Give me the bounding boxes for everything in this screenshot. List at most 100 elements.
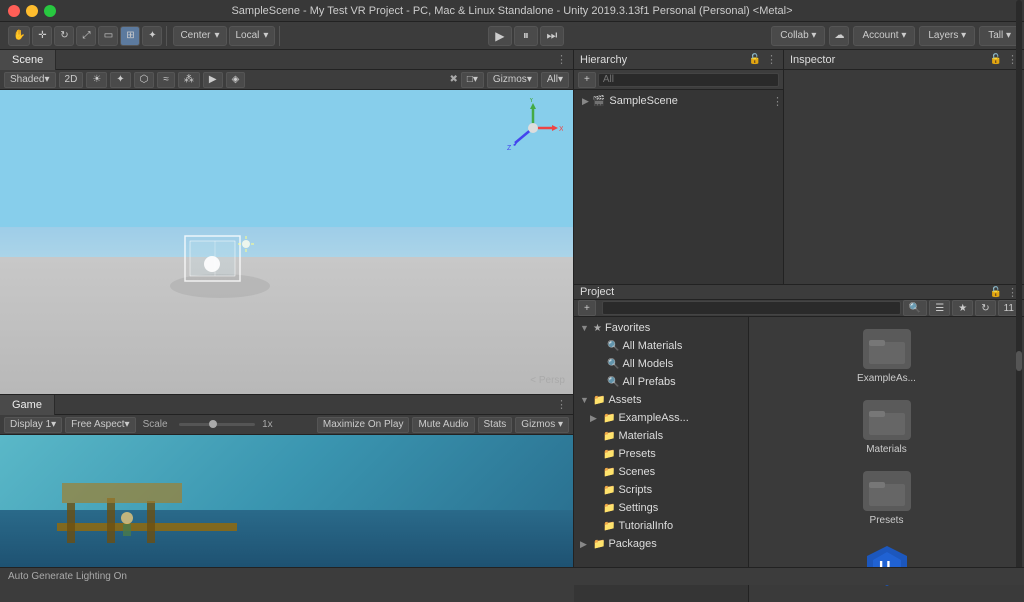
shaded-dropdown[interactable]: Shaded▾ [4,72,56,88]
project-add-btn[interactable]: + [578,300,596,316]
packages-section[interactable]: ▶ 📁 Packages [574,535,748,553]
inspector-lock-icon[interactable]: 🔓 [989,53,1003,67]
maximize-btn[interactable]: Maximize On Play [317,417,410,433]
skybox-toggle[interactable]: ⬡ [134,72,155,88]
project-lock-icon[interactable]: 🔓 [989,285,1003,299]
scale-slider[interactable] [179,423,255,426]
example-assets-item[interactable]: ▶ 📁 ExampleAss... [574,409,748,427]
aspect-dropdown[interactable]: Free Aspect▾ [65,417,135,433]
particle-toggle[interactable]: ⁂ [178,72,200,88]
scripts-label: Scripts [618,484,652,496]
fog-toggle[interactable]: ≈ [157,72,175,88]
assets-folder-icon: 📁 [593,395,605,406]
search-icon-btn[interactable]: 🔍 [903,300,927,316]
project-search-input[interactable] [602,301,901,315]
hierarchy-item-samplescene[interactable]: ▶ 🎬 SampleScene ⋮ [574,92,783,110]
materials-icon[interactable]: Materials [847,396,927,459]
favorites-section[interactable]: ▼ ★ Favorites [574,319,748,337]
example-assets-icon-label: ExampleAs... [857,373,916,384]
svg-text:Y: Y [529,98,534,104]
gizmos-dropdown[interactable]: Gizmos▾ [487,72,538,88]
all-dropdown[interactable]: All▾ [541,72,569,88]
settings-item[interactable]: 📁 Settings [574,499,748,517]
fullscreen-button[interactable] [44,5,56,17]
transform-tool[interactable]: ⊞ [120,26,140,46]
display-dropdown[interactable]: Display 1▾ [4,417,62,433]
scene-canvas[interactable]: X Y Z [0,90,573,394]
hierarchy-lock-icon[interactable]: 🔓 [748,53,762,67]
scenes-item[interactable]: 📁 Scenes [574,463,748,481]
presets-icon[interactable]: Presets [847,467,927,530]
collab-button[interactable]: Collab ▾ [771,26,825,46]
game-gizmos-dropdown[interactable]: Gizmos ▾ [515,417,569,433]
game-tab[interactable]: Game [0,395,55,415]
assets-section[interactable]: ▼ 📁 Assets [574,391,748,409]
all-prefabs-item[interactable]: 🔍 All Prefabs [574,373,748,391]
lighting-toggle[interactable]: ☀ [86,72,107,88]
traffic-lights[interactable] [8,5,56,17]
minimize-button[interactable] [26,5,38,17]
resolution-dropdown[interactable]: □▾ [461,72,484,88]
close-button[interactable] [8,5,20,17]
scripts-item[interactable]: 📁 Scripts [574,481,748,499]
tutorial-folder-icon: 📁 [603,521,615,532]
unity-asset-icon[interactable]: U [847,538,927,594]
project-scrollbar-track[interactable] [1016,317,1022,585]
materials-label: Materials [618,430,663,442]
window-title: SampleScene - My Test VR Project - PC, M… [231,5,792,17]
project-panel: Project 🔓 ⋮ + 🔍 ☰ ★ ↻ 11 [574,285,1024,585]
move-tool[interactable]: ✛ [32,26,52,46]
rotate-tool[interactable]: ↻ [54,26,74,46]
rect-tool[interactable]: ▭ [98,26,118,46]
expand-arrow-icon: ▶ [582,96,589,107]
hierarchy-add-btn[interactable]: + [578,72,596,88]
scenes-label: Scenes [618,466,655,478]
center-label: Center [180,30,210,41]
hierarchy-search-input[interactable] [598,73,779,87]
pause-button[interactable]: ⏸ [514,26,538,46]
all-materials-item[interactable]: 🔍 All Materials [574,337,748,355]
scene-gizmo[interactable]: X Y Z [503,98,563,158]
scene-panel-menu[interactable]: ⋮ [556,53,567,66]
scale-value: 1x [262,419,273,430]
packages-label: Packages [608,538,656,550]
center-dropdown[interactable]: Center ▾ [173,26,226,46]
game-canvas[interactable] [0,435,573,585]
scene-item-menu-icon[interactable]: ⋮ [772,95,783,108]
search-small-icon3: 🔍 [607,377,619,388]
anim-toggle[interactable]: ▶ [203,72,223,88]
hand-tool[interactable]: ✋ [8,26,30,46]
custom-tool[interactable]: ✦ [142,26,162,46]
project-scrollbar-thumb[interactable] [1016,351,1022,371]
local-dropdown[interactable]: Local ▾ [229,26,276,46]
inspector-content [784,70,1024,284]
account-button[interactable]: Account ▾ [853,26,915,46]
materials-item[interactable]: 📁 Materials [574,427,748,445]
step-button[interactable]: ⏭ [540,26,564,46]
cloud-button[interactable]: ☁ [829,26,849,46]
example-assets-folder-icon [863,329,911,369]
star-btn[interactable]: ★ [952,300,973,316]
fx-toggle[interactable]: ✦ [110,72,130,88]
scale-tool[interactable]: ⤢ [76,26,96,46]
layout-button[interactable]: Tall ▾ [979,26,1020,46]
layers-button[interactable]: Layers ▾ [919,26,975,46]
all-models-item[interactable]: 🔍 All Models [574,355,748,373]
2d-button[interactable]: 2D [59,72,84,88]
mute-btn[interactable]: Mute Audio [412,417,474,433]
presets-item[interactable]: 📁 Presets [574,445,748,463]
play-button[interactable]: ▶ [488,26,512,46]
nav-toggle[interactable]: ◈ [226,72,246,88]
stats-btn[interactable]: Stats [478,417,513,433]
example-assets-icon[interactable]: ExampleAs... [847,325,927,388]
inspector-title: Inspector [790,54,835,66]
hierarchy-menu-icon[interactable]: ⋮ [766,53,777,66]
tutorialinfo-item[interactable]: 📁 TutorialInfo [574,517,748,535]
game-panel-menu[interactable]: ⋮ [556,398,567,411]
favorites-label: Favorites [605,322,650,334]
scene-tab[interactable]: Scene [0,50,56,70]
refresh-btn[interactable]: ↻ [975,300,995,316]
hierarchy-title: Hierarchy [580,54,627,66]
inspector-header: Inspector 🔓 ⋮ [784,50,1024,70]
filter-btn[interactable]: ☰ [929,300,950,316]
